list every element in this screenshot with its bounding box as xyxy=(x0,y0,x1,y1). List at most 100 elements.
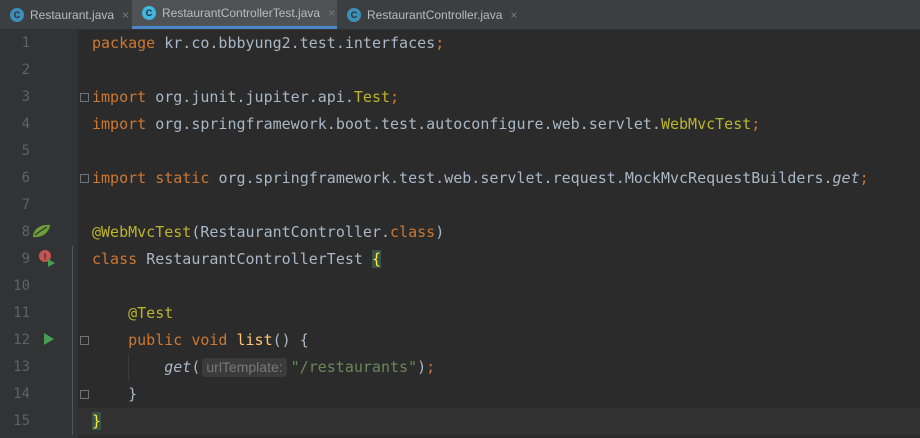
code-token: "/restaurants" xyxy=(290,358,418,376)
code-line[interactable]: import static org.springframework.test.w… xyxy=(78,165,920,192)
code-token: ; xyxy=(426,358,436,376)
code-token: ) xyxy=(435,223,445,241)
editor-tab-bar: C Restaurant.java × C RestaurantControll… xyxy=(0,0,920,30)
tab-label: Restaurant.java xyxy=(30,7,115,22)
code-line-text: } xyxy=(92,381,137,408)
code-line[interactable] xyxy=(78,138,920,165)
line-number: 6 xyxy=(21,170,30,186)
indent-guide xyxy=(128,354,129,381)
code-line[interactable] xyxy=(78,192,920,219)
code-line[interactable] xyxy=(78,273,920,300)
line-number: 4 xyxy=(21,116,30,132)
code-token: @WebMvcTest xyxy=(92,223,192,241)
line-number: 13 xyxy=(13,359,30,375)
code-line[interactable]: @WebMvcTest(RestaurantController.class) xyxy=(78,219,920,246)
code-token: class xyxy=(390,223,436,241)
line-number: 10 xyxy=(13,278,30,294)
code-line[interactable]: get(urlTemplate: "/restaurants"); xyxy=(78,354,920,381)
run-test-icon[interactable] xyxy=(42,332,56,346)
code-token: Test xyxy=(353,88,391,106)
line-number: 2 xyxy=(21,62,30,78)
line-number: 15 xyxy=(13,413,30,429)
spring-bean-icon[interactable] xyxy=(30,222,52,240)
code-token: org.junit.jupiter.api. xyxy=(155,88,354,106)
code-token: class xyxy=(92,250,147,268)
code-line[interactable]: class RestaurantControllerTest { xyxy=(78,246,920,273)
code-line[interactable]: public void list() { xyxy=(78,327,920,354)
code-line[interactable]: package kr.co.bbbyung2.test.interfaces; xyxy=(78,30,920,57)
code-token: ; xyxy=(859,169,869,187)
code-line[interactable]: @Test xyxy=(78,300,920,327)
close-icon[interactable]: × xyxy=(328,6,335,20)
code-token: ( xyxy=(191,358,201,376)
code-line-text: import org.junit.jupiter.api.Test; xyxy=(92,84,399,111)
java-class-icon: C xyxy=(142,6,156,20)
line-number: 14 xyxy=(13,386,30,402)
code-token: get xyxy=(832,169,860,187)
line-number: 11 xyxy=(13,305,30,321)
code-line-text: get(urlTemplate: "/restaurants"); xyxy=(92,354,435,381)
code-token: org.springframework.test.web.servlet.req… xyxy=(218,169,833,187)
code-token: import static xyxy=(92,169,219,187)
java-class-icon: C xyxy=(347,7,361,22)
scope-marker xyxy=(72,246,73,435)
line-number: 12 xyxy=(13,332,30,348)
code-token: import xyxy=(92,115,156,133)
code-line-text: @WebMvcTest(RestaurantController.class) xyxy=(92,219,444,246)
code-line-text: } xyxy=(92,408,102,435)
line-number: 7 xyxy=(21,197,30,213)
code-line[interactable]: import org.junit.jupiter.api.Test; xyxy=(78,84,920,111)
line-number: 9 xyxy=(21,251,30,267)
code-token: } xyxy=(128,385,138,403)
tab-label: RestaurantController.java xyxy=(367,7,503,22)
fold-marker-icon[interactable] xyxy=(80,336,89,345)
line-number: 1 xyxy=(21,35,30,51)
run-test-class-icon[interactable]: ! xyxy=(38,249,58,269)
code-line-text: package kr.co.bbbyung2.test.interfaces; xyxy=(92,30,444,57)
code-token: package xyxy=(92,34,165,52)
code-token: ; xyxy=(435,34,445,52)
code-line[interactable]: } xyxy=(78,381,920,408)
code-token: list xyxy=(236,331,273,349)
code-token: public void xyxy=(128,331,237,349)
code-line-text: import static org.springframework.test.w… xyxy=(92,165,869,192)
fold-marker-icon[interactable] xyxy=(80,174,89,183)
close-icon[interactable]: × xyxy=(122,8,129,22)
tab-restaurantcontroller-java[interactable]: C RestaurantController.java × xyxy=(337,0,527,29)
code-token: @Test xyxy=(128,304,174,322)
line-number: 3 xyxy=(21,89,30,105)
tab-restaurantcontrollertest-java[interactable]: C RestaurantControllerTest.java × xyxy=(132,0,337,29)
code-token: org.springframework.boot.test.autoconfig… xyxy=(155,115,661,133)
code-line[interactable] xyxy=(78,57,920,84)
code-line-text: import org.springframework.boot.test.aut… xyxy=(92,111,760,138)
fold-marker-icon[interactable] xyxy=(80,93,89,102)
line-number: 8 xyxy=(21,224,30,240)
code-token: ; xyxy=(390,88,400,106)
line-number: 5 xyxy=(21,143,30,159)
code-line[interactable]: } xyxy=(78,408,920,435)
code-line[interactable]: import org.springframework.boot.test.aut… xyxy=(78,111,920,138)
code-line-text: class RestaurantControllerTest { xyxy=(92,246,381,273)
tab-restaurant-java[interactable]: C Restaurant.java × xyxy=(0,0,132,29)
parameter-hint: urlTemplate: xyxy=(202,358,287,377)
close-icon[interactable]: × xyxy=(510,8,517,22)
code-token: () { xyxy=(272,331,309,349)
code-token: get xyxy=(164,358,192,376)
code-token: (RestaurantController. xyxy=(191,223,391,241)
code-token: { xyxy=(371,250,381,268)
code-token: WebMvcTest xyxy=(660,115,752,133)
code-line-text: public void list() { xyxy=(92,327,309,354)
code-token: ; xyxy=(751,115,761,133)
fold-marker-icon[interactable] xyxy=(80,390,89,399)
code-token: kr.co.bbbyung2.test.interfaces xyxy=(164,34,436,52)
tab-label: RestaurantControllerTest.java xyxy=(162,6,321,20)
code-line-text: @Test xyxy=(92,300,173,327)
code-token: } xyxy=(92,412,102,430)
code-token: RestaurantControllerTest xyxy=(146,250,372,268)
java-class-icon: C xyxy=(10,7,24,22)
code-token: ) xyxy=(417,358,427,376)
code-token: import xyxy=(92,88,156,106)
svg-text:!: ! xyxy=(44,252,47,262)
